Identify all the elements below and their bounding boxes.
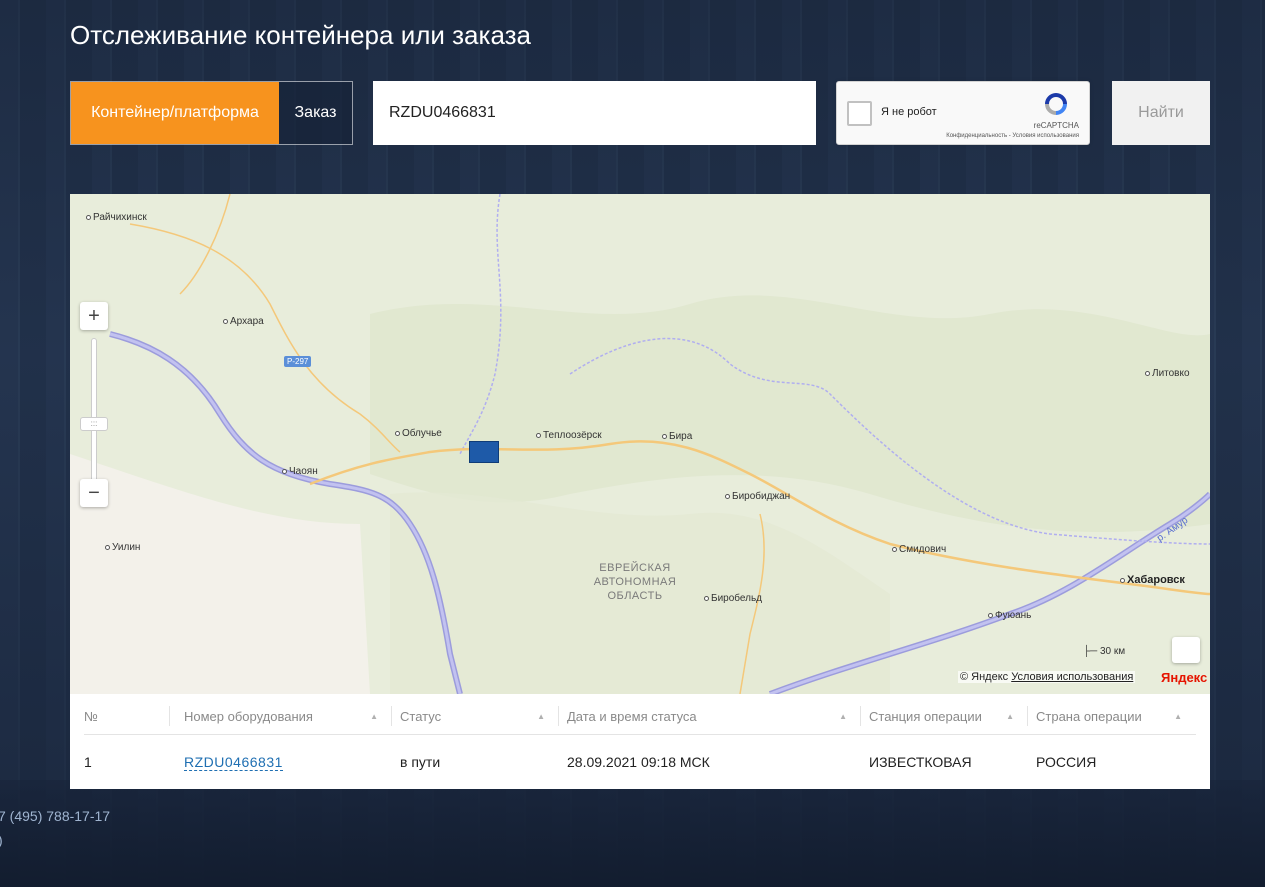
map-city-label: Архара bbox=[223, 316, 264, 327]
city-dot-icon bbox=[223, 318, 228, 324]
cell-status: в пути bbox=[400, 754, 441, 770]
city-dot-icon bbox=[282, 468, 287, 474]
cell-equipment: RZDU0466831 bbox=[170, 735, 392, 789]
results-table: № Номер оборудования ▲ Статус ▲ Дата и вре… bbox=[84, 698, 1196, 789]
map-city-label: Биробельд bbox=[704, 593, 762, 604]
city-dot-icon bbox=[1120, 577, 1125, 583]
yandex-logo: Яндекс bbox=[1161, 670, 1208, 685]
zoom-slider-track[interactable] bbox=[91, 338, 97, 488]
ruler-icon[interactable] bbox=[1172, 637, 1200, 663]
results-panel: Райчихинск Архара Облучье Теплоозёрск Би… bbox=[70, 194, 1210, 789]
recaptcha-terms[interactable]: Конфиденциальность - Условия использован… bbox=[946, 133, 1079, 139]
city-dot-icon bbox=[725, 493, 730, 499]
zoom-out-button[interactable]: − bbox=[80, 479, 108, 507]
recaptcha-widget: Я не робот reCAPTCHA Конфиденциальность … bbox=[836, 81, 1090, 145]
map-city-label: Чаоян bbox=[282, 466, 318, 477]
footer-extra: ) bbox=[0, 832, 3, 848]
cell-station: ИЗВЕСТКОВАЯ bbox=[869, 754, 972, 770]
container-marker-icon[interactable] bbox=[469, 441, 499, 463]
tab-container-platform[interactable]: Контейнер/платформа bbox=[71, 82, 279, 144]
cell-country: РОССИЯ bbox=[1036, 754, 1097, 770]
city-dot-icon bbox=[662, 433, 667, 439]
table-header: № Номер оборудования ▲ Статус ▲ Дата и вре… bbox=[84, 698, 1196, 735]
sort-icon[interactable]: ▲ bbox=[839, 712, 847, 721]
column-header-datetime[interactable]: Дата и время статуса ▲ bbox=[559, 698, 861, 734]
tracking-map[interactable]: Райчихинск Архара Облучье Теплоозёрск Би… bbox=[70, 194, 1210, 694]
sort-icon[interactable]: ▲ bbox=[1174, 712, 1182, 721]
footer-phone[interactable]: 7 (495) 788-17-17 bbox=[0, 808, 110, 824]
column-header-country[interactable]: Страна операции ▲ bbox=[1028, 698, 1196, 734]
sort-icon[interactable]: ▲ bbox=[537, 712, 545, 721]
tab-order[interactable]: Заказ bbox=[279, 82, 352, 144]
city-dot-icon bbox=[105, 544, 110, 550]
map-city-label: Смидович bbox=[892, 544, 946, 555]
equipment-link[interactable]: RZDU0466831 bbox=[184, 754, 283, 771]
search-type-tabs: Контейнер/платформа Заказ bbox=[70, 81, 353, 145]
map-scale: ├─ 30 км bbox=[1083, 646, 1126, 657]
map-city-label: Облучье bbox=[395, 428, 442, 439]
zoom-in-button[interactable]: + bbox=[80, 302, 108, 330]
zoom-slider-handle[interactable]: ::: bbox=[80, 417, 108, 431]
background-overlay bbox=[0, 780, 1265, 887]
city-dot-icon bbox=[1145, 370, 1150, 376]
cell-number: 1 bbox=[84, 754, 92, 770]
city-dot-icon bbox=[536, 432, 541, 438]
road-badge: Р-297 bbox=[284, 356, 312, 367]
column-header-station[interactable]: Станция операции ▲ bbox=[861, 698, 1028, 734]
map-city-label: Бира bbox=[662, 431, 692, 442]
city-dot-icon bbox=[395, 430, 400, 436]
map-city-label: Хабаровск bbox=[1120, 574, 1185, 586]
recaptcha-checkbox[interactable] bbox=[847, 101, 872, 126]
map-city-label: Литовко bbox=[1145, 368, 1190, 379]
column-header-equipment[interactable]: Номер оборудования ▲ bbox=[170, 698, 392, 734]
recaptcha-label: Я не робот bbox=[881, 106, 937, 118]
map-city-label: Фуюань bbox=[988, 610, 1031, 621]
column-header-status[interactable]: Статус ▲ bbox=[392, 698, 559, 734]
recaptcha-logo-icon bbox=[1045, 93, 1067, 115]
map-terms-link[interactable]: Условия использования bbox=[1011, 671, 1133, 683]
map-city-label: Теплоозёрск bbox=[536, 430, 602, 441]
column-header-number: № bbox=[84, 698, 170, 734]
map-city-label: Уилин bbox=[105, 542, 140, 553]
sort-icon[interactable]: ▲ bbox=[370, 712, 378, 721]
city-dot-icon bbox=[86, 214, 91, 220]
city-dot-icon bbox=[704, 595, 709, 601]
recaptcha-brand: reCAPTCHA bbox=[1033, 121, 1079, 130]
find-button[interactable]: Найти bbox=[1112, 81, 1210, 145]
sort-icon[interactable]: ▲ bbox=[1006, 712, 1014, 721]
container-number-input[interactable] bbox=[373, 81, 816, 145]
city-dot-icon bbox=[988, 612, 993, 618]
cell-datetime: 28.09.2021 09:18 МСК bbox=[567, 754, 710, 770]
map-region-label: ЕВРЕЙСКАЯ АВТОНОМНАЯ ОБЛАСТЬ bbox=[593, 562, 677, 602]
map-copyright: © Яндекс Условия использования bbox=[958, 671, 1136, 683]
map-city-label: Биробиджан bbox=[725, 491, 790, 502]
table-row: 1 RZDU0466831 в пути 28.09.2021 09:18 МС… bbox=[84, 735, 1196, 789]
city-dot-icon bbox=[892, 546, 897, 552]
page-title: Отслеживание контейнера или заказа bbox=[70, 20, 532, 50]
map-terrain bbox=[70, 194, 1210, 694]
map-city-label: Райчихинск bbox=[86, 212, 147, 223]
